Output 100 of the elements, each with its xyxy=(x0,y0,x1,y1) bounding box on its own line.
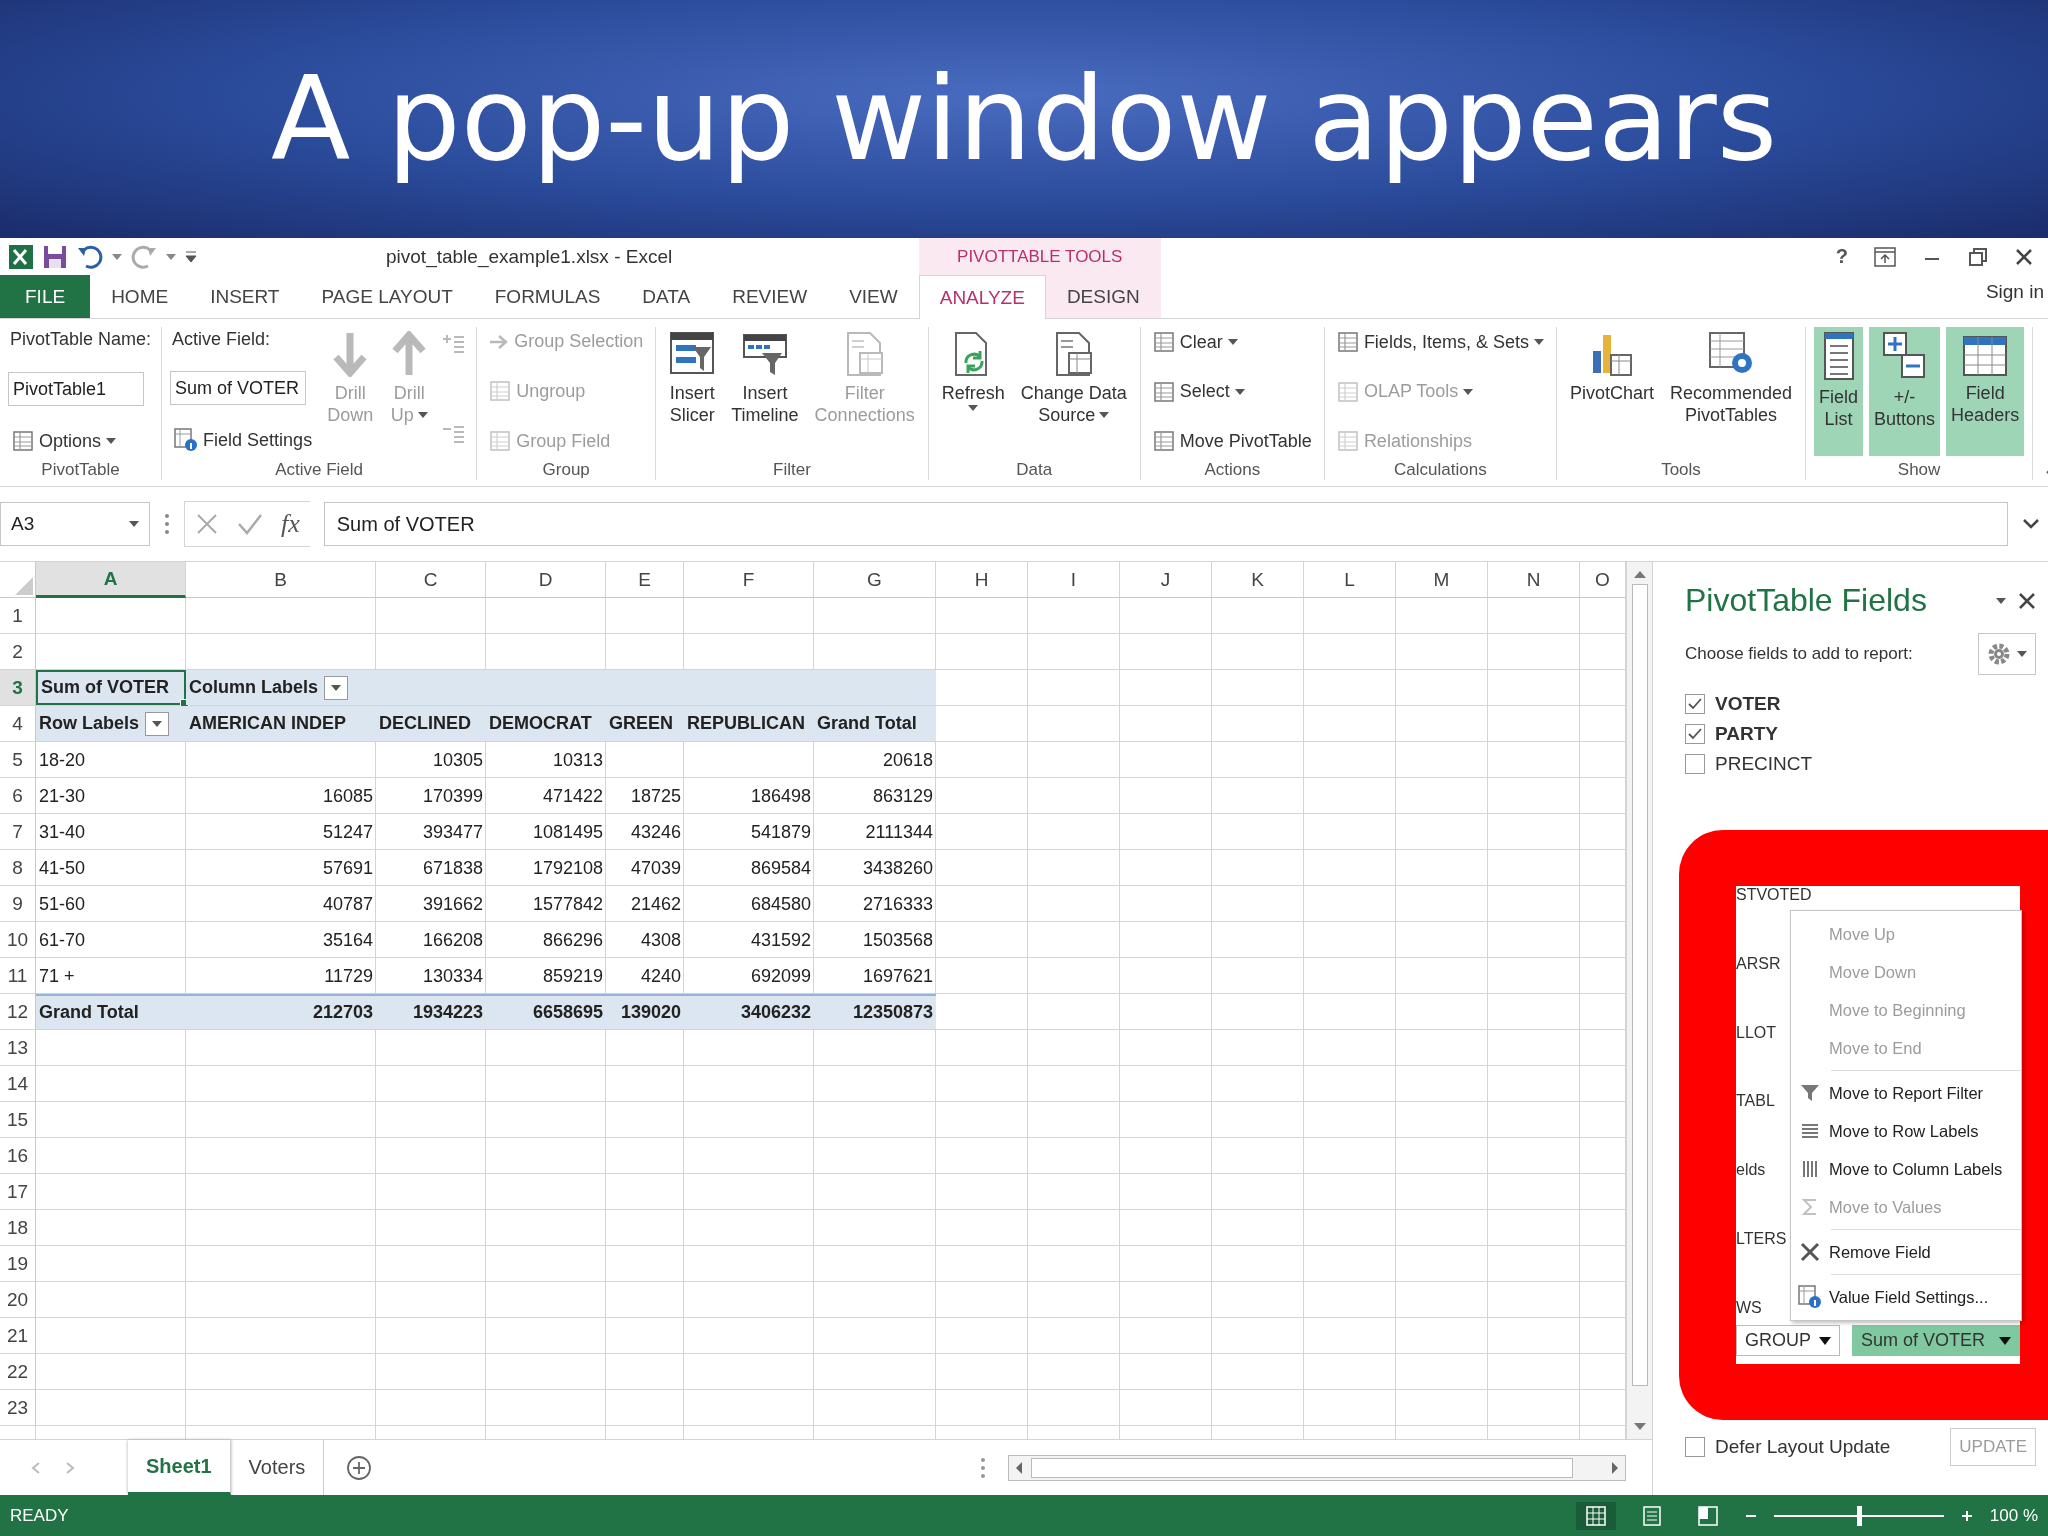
checkbox[interactable] xyxy=(1685,694,1705,714)
ribbon-button[interactable]: Change Data Source xyxy=(1015,327,1132,456)
row-header[interactable]: 7 xyxy=(0,814,36,850)
group-label: Active Field xyxy=(274,459,365,480)
ribbon-tab[interactable]: VIEW xyxy=(828,275,919,318)
ribbon-button[interactable]: Insert Timeline xyxy=(726,327,804,456)
ribbon-tab[interactable]: INSERT xyxy=(189,275,301,318)
area-field-dropdown[interactable]: GROUP xyxy=(1736,1325,1840,1356)
undo-icon[interactable] xyxy=(76,243,104,270)
window-title: pivot_table_example1.xlsx - Excel xyxy=(386,245,673,268)
menu-item[interactable]: Value Field Settings... xyxy=(1791,1278,2021,1316)
row-header[interactable]: 22 xyxy=(0,1354,36,1390)
row-header[interactable]: 20 xyxy=(0,1282,36,1318)
save-icon[interactable] xyxy=(42,243,68,270)
ribbon-tab[interactable]: ANALYZE xyxy=(918,275,1046,319)
ribbon-tab[interactable]: REVIEW xyxy=(711,275,829,318)
zoom-in-icon[interactable] xyxy=(1959,1508,1974,1523)
row-header[interactable]: 14 xyxy=(0,1066,36,1102)
ribbon-button[interactable]: PivotChart xyxy=(1564,327,1659,456)
table-cell-text: 393477 xyxy=(421,820,484,844)
help-button[interactable]: ? xyxy=(1835,245,1848,268)
ribbon-button[interactable]: Move PivotTable xyxy=(1148,426,1316,456)
text-field[interactable]: Sum of VOTER xyxy=(170,371,307,405)
ribbon-button[interactable]: Recommended PivotTables xyxy=(1665,327,1798,456)
checkbox[interactable] xyxy=(1685,724,1705,744)
add-sheet-icon[interactable] xyxy=(346,1454,373,1481)
zoom-thumb[interactable] xyxy=(1856,1505,1862,1526)
ribbon-button[interactable]: Refresh xyxy=(936,327,1010,456)
ribbon-button[interactable]: Field Settings xyxy=(170,424,317,456)
horizontal-scrollbar[interactable] xyxy=(1008,1454,1626,1481)
table-cell-text: 21-30 xyxy=(38,784,87,808)
restore-icon[interactable] xyxy=(1968,246,1988,267)
file-tab[interactable]: FILE xyxy=(0,275,91,318)
row-header[interactable]: 3 xyxy=(0,670,36,706)
ribbon-button[interactable]: Insert Slicer xyxy=(664,327,721,456)
table-cell: DECLINED xyxy=(376,706,486,741)
formula-field[interactable]: Sum of VOTER xyxy=(323,502,2008,546)
area-field-dropdown[interactable]: Sum of VOTER xyxy=(1852,1325,2020,1356)
filter-dropdown-button[interactable] xyxy=(145,711,170,736)
ribbon-tab[interactable]: FORMULAS xyxy=(473,275,622,318)
ribbon-tab[interactable]: DATA xyxy=(621,275,712,318)
menu-item[interactable]: Move to Column Labels xyxy=(1791,1150,2021,1188)
table-cell-text: 4240 xyxy=(639,964,682,988)
view-button[interactable] xyxy=(1575,1501,1616,1530)
slicer-icon xyxy=(669,331,716,377)
ribbon-button[interactable]: Options xyxy=(8,426,121,456)
row-header[interactable]: 9 xyxy=(0,886,36,922)
ribbon-button[interactable]: Field List xyxy=(1814,327,1864,456)
checkbox[interactable] xyxy=(1685,1437,1705,1457)
ribbon-button[interactable]: Fields, Items, & Sets xyxy=(1332,327,1548,357)
ribbon-button[interactable]: Select xyxy=(1148,376,1249,407)
expand-icon[interactable] xyxy=(2022,518,2040,530)
ribbon-button[interactable]: Clear xyxy=(1148,327,1242,357)
name-box[interactable]: A3 xyxy=(0,502,150,546)
row-header[interactable]: 13 xyxy=(0,1030,36,1066)
scroll-thumb[interactable] xyxy=(1631,584,1648,1386)
ribbon-button[interactable]: +/- Buttons xyxy=(1869,327,1941,456)
ribbon-display-icon[interactable] xyxy=(1874,246,1896,267)
row-header[interactable]: 21 xyxy=(0,1318,36,1354)
scroll-thumb[interactable] xyxy=(1031,1457,1573,1478)
ribbon-button[interactable]: Field Headers xyxy=(1946,327,2025,456)
insert-function-button[interactable]: fx xyxy=(281,509,300,539)
menu-item[interactable]: Remove Field xyxy=(1791,1233,2021,1271)
row-header[interactable]: 17 xyxy=(0,1174,36,1210)
table-cell: Grand Total xyxy=(36,994,186,1029)
close-icon[interactable] xyxy=(2014,246,2034,267)
column-header[interactable]: A xyxy=(36,562,186,598)
sheet-tab[interactable]: Sheet1 xyxy=(128,1440,231,1495)
row-header[interactable]: 8 xyxy=(0,850,36,886)
ribbon-tab[interactable]: PAGE LAYOUT xyxy=(300,275,474,318)
customize-icon[interactable] xyxy=(184,249,198,264)
table-icon xyxy=(1336,430,1359,452)
ribbon-tab[interactable]: DESIGN xyxy=(1045,275,1161,318)
row-header[interactable]: 11 xyxy=(0,958,36,994)
row-header[interactable]: 5 xyxy=(0,742,36,778)
row-header[interactable]: 6 xyxy=(0,778,36,814)
row-header[interactable]: 19 xyxy=(0,1246,36,1282)
scroll-right-icon[interactable] xyxy=(1609,1459,1621,1476)
sign-in-link[interactable]: Sign in xyxy=(1985,281,2048,303)
checkbox[interactable] xyxy=(1685,754,1705,774)
row-header[interactable]: 1 xyxy=(0,598,36,634)
row-header[interactable]: 10 xyxy=(0,922,36,958)
table-cell-text: 431592 xyxy=(749,928,812,952)
caret-icon xyxy=(1819,1336,1831,1345)
table-icon xyxy=(1152,380,1175,403)
zoom-level[interactable]: 100 % xyxy=(1989,1505,2038,1526)
filter-dropdown-button[interactable] xyxy=(324,675,348,700)
row-header[interactable]: 18 xyxy=(0,1210,36,1246)
text-field[interactable]: PivotTable1 xyxy=(8,372,144,406)
panel-title: PivotTable Fields xyxy=(1685,582,1928,619)
grid-icon xyxy=(1585,1505,1606,1526)
row-header[interactable]: 15 xyxy=(0,1102,36,1138)
row-header[interactable]: 16 xyxy=(0,1138,36,1174)
ribbon-tab[interactable]: HOME xyxy=(90,275,190,318)
vertical-scrollbar[interactable] xyxy=(1626,562,1652,1439)
row-header[interactable]: 23 xyxy=(0,1390,36,1426)
close-icon[interactable] xyxy=(2018,591,2036,610)
menu-item[interactable]: Move to Report Filter xyxy=(1791,1074,2021,1112)
tools-button[interactable] xyxy=(1978,633,2036,675)
menu-item[interactable]: Move to Row Labels xyxy=(1791,1112,2021,1150)
